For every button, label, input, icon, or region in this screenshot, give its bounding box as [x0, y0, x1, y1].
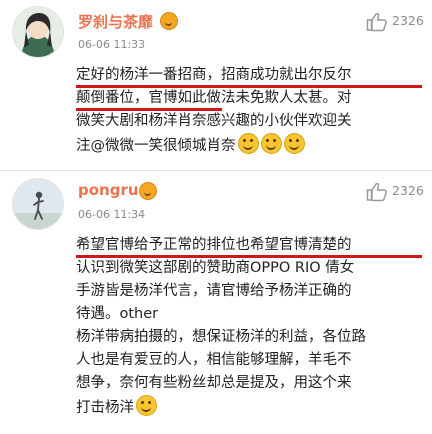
vip-badge-icon	[139, 182, 157, 200]
username[interactable]: pongru	[78, 181, 139, 199]
weibo-comment-list: 罗刹与茶靡 06-06 11:33 2326 定好的杨洋一番招商，招商成功就出尔…	[0, 0, 432, 434]
comment-time: 06-06 11:34	[78, 208, 146, 221]
comment-line: 注@微微一笑很倾城肖奈	[76, 133, 422, 156]
comment-item: pongru 06-06 11:34 2326 希望官博给予正常的排位也希望官博…	[0, 170, 432, 434]
like-count[interactable]: 2326	[392, 183, 424, 198]
comment-text: 定好的杨洋一番招商，招商成功就出尔反尔 颠倒番位，官博如此做法未免欺人太甚。对 …	[76, 64, 422, 156]
comment-line: 定好的杨洋一番招商，招商成功就出尔反尔	[76, 64, 422, 88]
comment-line: 想争，奈何有些粉丝却总是提及，用这个来	[76, 375, 352, 391]
comment-line: 认识到微笑这部剧的赞助商OPPO RIO 倩女	[76, 260, 355, 276]
comment-line: 微笑大剧和杨洋肖奈感兴趣的小伙伴欢迎关	[76, 113, 352, 129]
thumbs-up-icon[interactable]	[366, 12, 388, 32]
avatar[interactable]	[12, 6, 64, 58]
like-count[interactable]: 2326	[392, 13, 424, 28]
comment-line: 颠倒番位，官博如此做法未免欺人太甚。对	[76, 87, 422, 111]
comment-text: 希望官博给予正常的排位也希望官博清楚的 认识到微笑这部剧的赞助商OPPO RIO…	[76, 234, 422, 418]
comment-time: 06-06 11:33	[78, 38, 146, 51]
comment-line: 打击杨洋	[76, 395, 422, 418]
comment-line: 手游皆是杨洋代言，请官博给予杨洋正确的	[76, 283, 352, 299]
smile-emoji-icon	[136, 395, 157, 416]
vip-badge-icon	[160, 12, 178, 30]
smile-emoji-icon	[260, 133, 282, 154]
comment-line: 人也是有爱豆的人，相信能够理解，羊毛不	[76, 352, 352, 368]
thumbs-up-icon[interactable]	[366, 182, 388, 202]
comment-line: 杨洋带病拍摄的，想保证杨洋的利益，各位路	[76, 329, 366, 345]
smile-emoji-icon	[237, 133, 259, 154]
avatar[interactable]	[12, 178, 64, 230]
smile-emoji-icon	[283, 133, 305, 154]
comment-item: 罗刹与茶靡 06-06 11:33 2326 定好的杨洋一番招商，招商成功就出尔…	[0, 0, 432, 170]
comment-line: 待遇。other	[76, 306, 159, 322]
comment-line: 希望官博给予正常的排位也希望官博清楚的	[76, 234, 422, 258]
username[interactable]: 罗刹与茶靡	[78, 11, 153, 32]
